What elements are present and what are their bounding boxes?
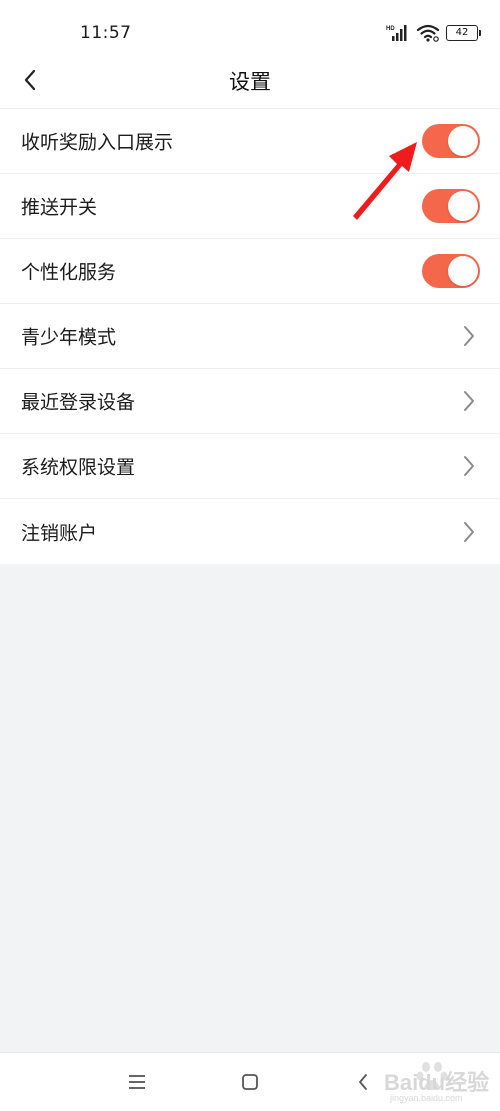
chevron-right-icon bbox=[464, 521, 474, 542]
battery-icon: 42 bbox=[446, 25, 481, 41]
menu-icon bbox=[129, 1075, 145, 1089]
home-button[interactable] bbox=[237, 1069, 263, 1095]
chevron-right-icon bbox=[464, 456, 474, 476]
setting-label: 青少年模式 bbox=[21, 326, 117, 349]
setting-cancel-account[interactable]: 注销账户 bbox=[0, 499, 500, 564]
status-time: 11:57 bbox=[80, 23, 132, 43]
setting-label: 收听奖励入口展示 bbox=[21, 131, 174, 154]
setting-recent-login-devices[interactable]: 最近登录设备 bbox=[0, 369, 500, 434]
system-back-button[interactable] bbox=[350, 1069, 376, 1095]
personalized-service-toggle[interactable] bbox=[422, 254, 480, 288]
toggle-knob bbox=[448, 126, 478, 156]
listen-reward-toggle[interactable] bbox=[422, 124, 480, 158]
chevron-right-icon bbox=[464, 391, 474, 411]
system-nav-bar bbox=[0, 1052, 500, 1111]
setting-label: 系统权限设置 bbox=[21, 456, 136, 479]
wifi-icon bbox=[416, 24, 440, 42]
svg-text:HD: HD bbox=[386, 26, 395, 32]
setting-system-permissions[interactable]: 系统权限设置 bbox=[0, 434, 500, 499]
settings-list: 收听奖励入口展示 推送开关 个性化服务 青少年模式 最近登录设备 系统权限设置 bbox=[0, 109, 500, 564]
status-icons: HD 42 bbox=[386, 22, 481, 44]
header: 设置 bbox=[0, 54, 500, 109]
setting-label: 最近登录设备 bbox=[21, 391, 136, 414]
battery-level: 42 bbox=[455, 27, 469, 38]
page-title: 设置 bbox=[229, 70, 271, 94]
menu-button[interactable] bbox=[124, 1069, 150, 1095]
chevron-right-icon bbox=[464, 326, 474, 346]
push-toggle[interactable] bbox=[422, 189, 480, 223]
setting-personalized-service: 个性化服务 bbox=[0, 239, 500, 304]
home-square-icon bbox=[242, 1074, 258, 1090]
status-bar: 11:57 HD 42 bbox=[0, 0, 500, 54]
toggle-knob bbox=[448, 191, 478, 221]
signal-icon: HD bbox=[386, 25, 407, 41]
setting-label: 个性化服务 bbox=[21, 261, 117, 284]
toggle-knob bbox=[448, 256, 478, 286]
chevron-left-icon bbox=[359, 1074, 367, 1090]
setting-label: 推送开关 bbox=[21, 196, 98, 219]
setting-listen-reward-entry: 收听奖励入口展示 bbox=[0, 109, 500, 174]
setting-push-switch: 推送开关 bbox=[0, 174, 500, 239]
setting-label: 注销账户 bbox=[21, 522, 98, 544]
setting-teen-mode[interactable]: 青少年模式 bbox=[0, 304, 500, 369]
